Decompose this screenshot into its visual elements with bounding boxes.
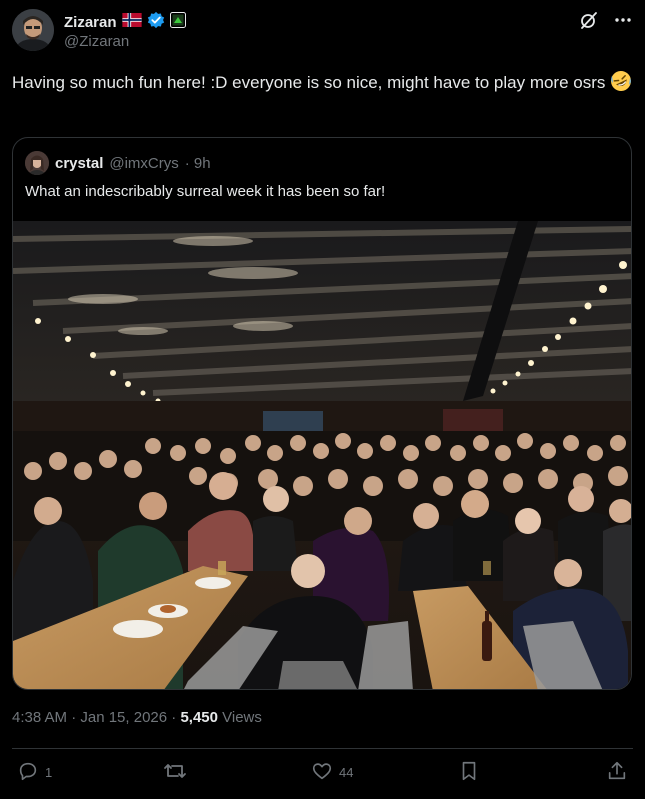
share-icon <box>606 760 628 785</box>
affiliate-badge-icon[interactable] <box>169 12 186 33</box>
bookmark-icon <box>458 760 480 785</box>
divider <box>12 748 633 749</box>
reply-count: 1 <box>45 765 53 780</box>
norway-flag-icon <box>121 13 142 32</box>
quote-author-handle: @imxCrys <box>109 154 179 172</box>
like-count: 44 <box>339 765 354 780</box>
action-bar: 1 44 <box>0 760 645 790</box>
quote-author-avatar[interactable] <box>25 151 49 175</box>
grok-icon[interactable] <box>579 10 599 30</box>
views-label: Views <box>217 709 262 726</box>
quote-photo[interactable] <box>13 221 631 689</box>
tweet-timestamp[interactable]: 4:38 AM · Jan 15, 2026 · <box>12 709 180 726</box>
views-count: 5,450 <box>180 709 218 726</box>
tweet-card: Zizaran @Zizaran Having so much fun here… <box>0 0 645 799</box>
author-name-row: Zizaran <box>64 11 186 34</box>
quote-author-name: crystal <box>55 154 104 172</box>
author-display-name[interactable]: Zizaran <box>64 14 117 31</box>
tweet-body: Having so much fun here! :D everyone is … <box>12 73 606 92</box>
quoted-tweet[interactable]: crystal @imxCrys · 9h What an indescriba… <box>12 137 632 690</box>
author-handle[interactable]: @Zizaran <box>64 33 129 50</box>
retweet-button[interactable] <box>163 760 193 785</box>
reply-icon <box>17 760 39 785</box>
like-button[interactable]: 44 <box>311 760 353 785</box>
tweet-text: Having so much fun here! :D everyone is … <box>12 70 634 95</box>
reply-button[interactable]: 1 <box>17 760 52 785</box>
share-button[interactable] <box>606 760 628 785</box>
quote-header: crystal @imxCrys · 9h <box>25 151 211 175</box>
verified-badge-icon[interactable] <box>147 11 165 34</box>
retweet-icon <box>163 760 187 785</box>
more-options-icon[interactable] <box>613 10 633 30</box>
heart-icon <box>311 760 333 785</box>
rolling-laughing-emoji <box>610 71 632 92</box>
tweet-meta: 4:38 AM · Jan 15, 2026 · 5,450 Views <box>12 709 262 726</box>
quote-text: What an indescribably surreal week it ha… <box>25 183 386 200</box>
bookmark-button[interactable] <box>458 760 480 785</box>
top-actions <box>579 10 633 30</box>
author-avatar[interactable] <box>12 9 54 51</box>
quote-time: · 9h <box>184 154 211 172</box>
